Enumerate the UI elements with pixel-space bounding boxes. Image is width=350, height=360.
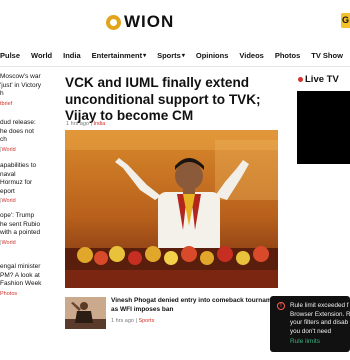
nav-item-label: Videos (239, 50, 264, 60)
chevron-down-icon: ▾ (181, 52, 185, 59)
article-time: 1 hrs ago (66, 121, 89, 127)
related-story-thumbnail[interactable] (65, 297, 106, 329)
rail-story-meta: Photos (0, 290, 52, 299)
rail-story-title-line: engal minister (0, 263, 41, 270)
rail-story-title-line: Hormuz for (0, 179, 33, 186)
error-icon: ! (277, 302, 285, 310)
nav-item-label: World (31, 50, 53, 60)
nav-item-videos[interactable]: Videos (239, 51, 263, 60)
meta-separator: | (135, 318, 137, 324)
nav-item-photos[interactable]: Photos (275, 51, 300, 60)
rail-story-title-line: with a pointed (0, 229, 41, 236)
toast-line: your filters and disab (290, 319, 349, 326)
rail-story-title-line: apabilities to (0, 162, 37, 169)
rail-story-meta: |World (0, 239, 52, 248)
extension-toast: ! Rule limit exceeded f Browser Extensio… (270, 296, 350, 352)
rule-limits-link[interactable]: Rule limits (290, 338, 320, 345)
article-category[interactable]: India (93, 121, 105, 127)
rail-story-meta: |World (0, 146, 52, 155)
nav-item-label: Entertainment (91, 50, 143, 60)
live-tv-label[interactable]: Live TV (305, 74, 339, 85)
chevron-down-icon: ▾ (143, 52, 147, 59)
related-story-title[interactable]: Vinesh Phogat denied entry into comeback… (111, 297, 286, 314)
rail-story-meta: tbrief (0, 100, 52, 109)
rail-story-category[interactable]: World (1, 240, 15, 246)
article-meta: 1 hrs ago | India (66, 121, 105, 127)
rail-story-category[interactable]: Photos (0, 291, 17, 297)
toast-message: Rule limit exceeded f Browser Extension.… (290, 302, 350, 336)
corner-badge[interactable]: G (341, 13, 350, 28)
toast-line: Browser Extension. R (290, 310, 350, 318)
nav-item-label: Sports (157, 50, 181, 60)
nav-item-world[interactable]: World (31, 51, 52, 60)
rail-story-title-line: naval (0, 170, 16, 178)
toast-line: Rule limit exceeded f (290, 302, 349, 309)
rail-story[interactable]: apabilities to naval Hormuz for eport |World (0, 162, 52, 206)
rail-story-meta: |World (0, 197, 52, 206)
nav-divider (0, 66, 350, 67)
related-time: 1 hrs ago (111, 318, 134, 324)
rail-story-title-line: he does not (0, 127, 34, 135)
nav-item-opinions[interactable]: Opinions (196, 51, 229, 60)
live-tv-player[interactable] (297, 91, 350, 164)
rail-story-category[interactable]: World (1, 198, 15, 204)
rail-story-title-line: dud release: (0, 119, 36, 126)
nav-item-tv-show[interactable]: TV Show (311, 51, 343, 60)
rail-story-title-line: 'just' in Victory (0, 81, 42, 89)
logo-text: WION (124, 12, 175, 31)
nav-item-label: Pulse (0, 50, 21, 60)
nav-item-label: India (63, 50, 81, 60)
rail-story-title-line: he sent Rubio (0, 220, 41, 228)
rail-story-title-line: ch (0, 136, 7, 143)
nav-item-india[interactable]: India (63, 51, 81, 60)
rail-story-title-line: Fashion Week (0, 280, 42, 287)
wion-logo[interactable]: WION (106, 12, 174, 32)
nav-item-label: TV Show (311, 50, 343, 60)
rail-story[interactable]: engal minister PM? A look at Fashion Week P… (0, 263, 52, 298)
rail-story[interactable]: ope': Trump he sent Rubio with a pointed |W… (0, 212, 52, 247)
article-headline[interactable]: VCK and IUML finally extend unconditiona… (65, 75, 285, 125)
rail-story-title-line: PM? A look at (0, 271, 40, 279)
wion-globe-icon (106, 14, 121, 30)
main-nav: Pulse World India Entertainment ▾ Sports ▾ Opin… (0, 45, 350, 65)
rail-story-title-line: h (0, 90, 4, 97)
related-photo (65, 297, 106, 329)
rail-story-title-line: eport (0, 187, 15, 195)
rail-story[interactable]: dud release: he does not ch |World (0, 119, 52, 154)
nav-item-entertainment[interactable]: Entertainment ▾ (92, 51, 146, 60)
nav-item-label: Opinions (195, 50, 229, 60)
rail-story[interactable]: Moscow's war'just' in Victory h tbrief (0, 73, 52, 108)
rail-story-category[interactable]: tbrief (0, 101, 12, 107)
nav-item-label: Photos (274, 50, 301, 60)
nav-item-sports[interactable]: Sports ▾ (157, 51, 185, 60)
left-rail-stories: Moscow's war'just' in Victory h tbrief dud … (0, 73, 52, 313)
related-story-meta: 1 hrs ago | Sports (111, 318, 154, 324)
rail-story-title-line: Moscow's war (0, 73, 41, 80)
related-category[interactable]: Sports (138, 318, 154, 324)
toast-line: you don't need (290, 327, 332, 335)
live-indicator-icon (298, 77, 303, 82)
rail-story-category[interactable]: World (1, 147, 15, 153)
nav-item-pulse[interactable]: Pulse (0, 51, 20, 60)
hero-photo (65, 130, 278, 288)
rail-story-title-line: ope': Trump (0, 212, 35, 219)
article-hero-image[interactable] (65, 130, 278, 288)
meta-separator: | (90, 121, 92, 127)
